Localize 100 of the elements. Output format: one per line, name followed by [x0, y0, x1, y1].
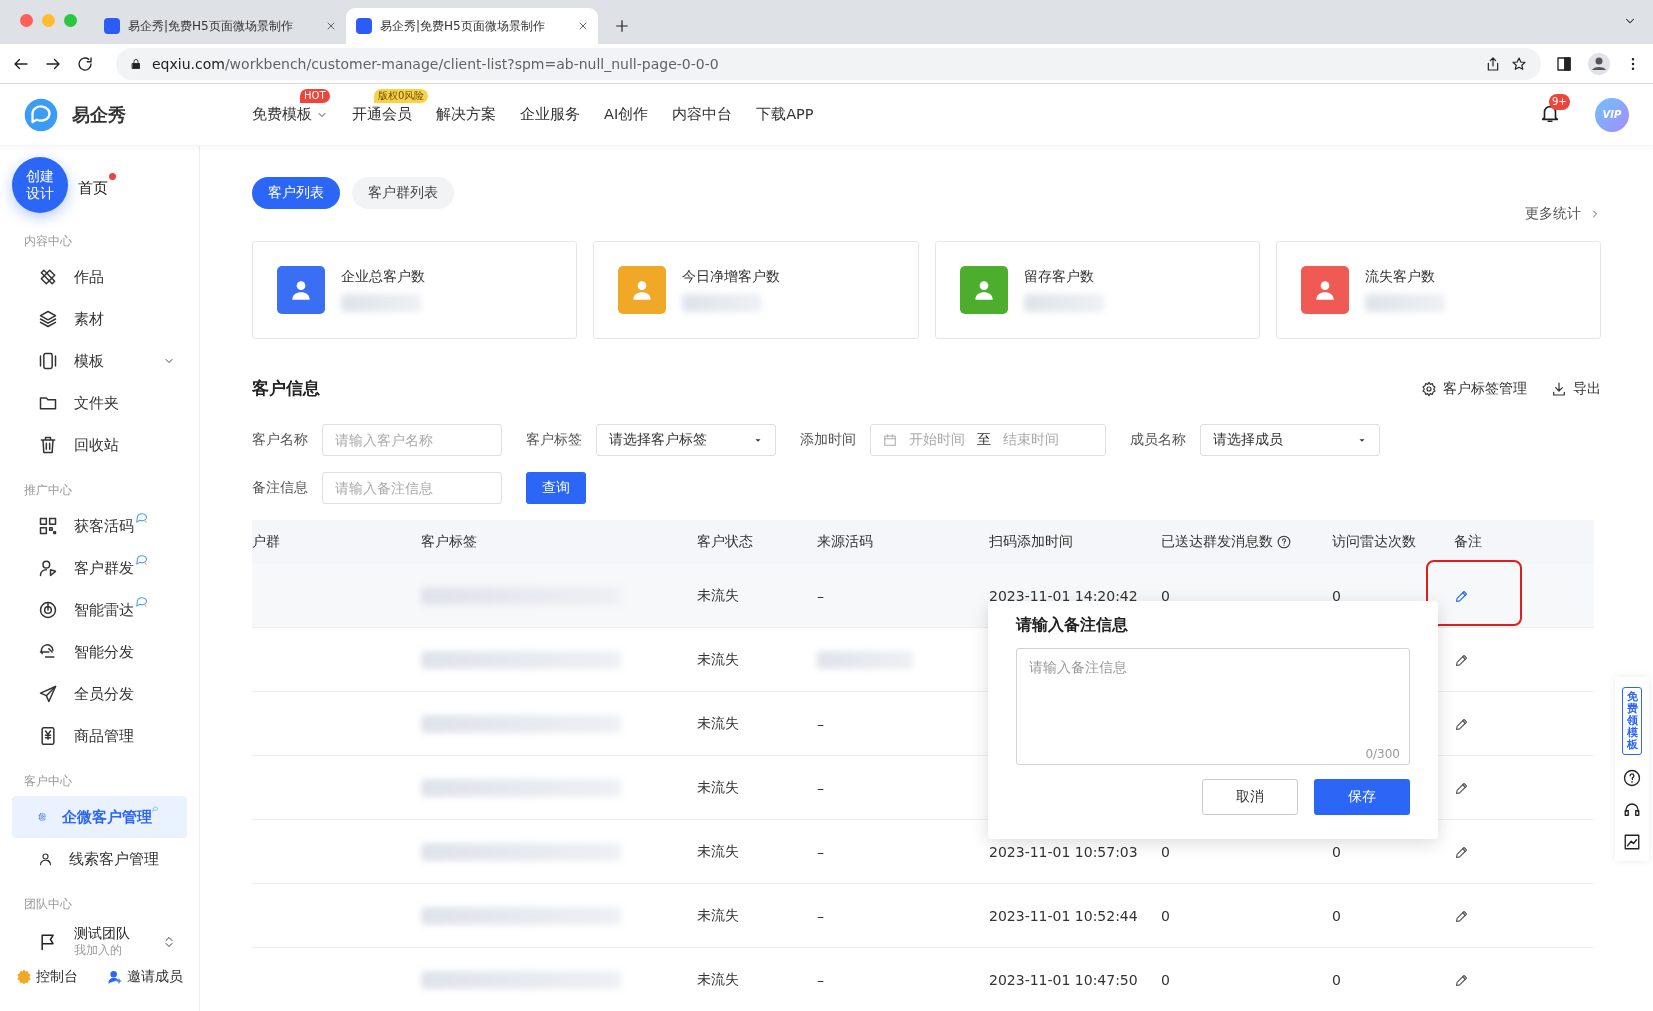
download-icon: [1551, 380, 1567, 397]
toolbar-button[interactable]: 导出: [1551, 379, 1601, 398]
free-template-button[interactable]: 免费领模板: [1622, 687, 1642, 756]
field-label: 备注信息: [252, 479, 308, 497]
column-header: 户群: [252, 533, 280, 551]
stat-label: 企业总客户数: [341, 268, 425, 286]
table-cell-text: 未流失: [697, 843, 740, 861]
close-icon[interactable]: [578, 21, 588, 31]
gear-icon: [16, 969, 32, 985]
team-name[interactable]: 测试团队: [74, 925, 147, 943]
close-icon[interactable]: [326, 21, 336, 31]
edit-icon[interactable]: [1454, 844, 1469, 860]
table-cell-text: 0: [1332, 908, 1342, 924]
footer-link[interactable]: 控制台: [16, 968, 78, 986]
switch-icon[interactable]: [163, 934, 175, 949]
edit-icon[interactable]: [1454, 780, 1469, 796]
sidebar-item[interactable]: 回收站: [12, 424, 187, 466]
team-subtitle: 我加入的: [74, 943, 123, 958]
nav-link[interactable]: 免费模板: [252, 105, 328, 124]
sidebar-item[interactable]: 首页: [78, 178, 108, 198]
sidebar-icon[interactable]: [1555, 54, 1573, 73]
sidebar-item[interactable]: 商品管理: [12, 715, 187, 757]
nav-link[interactable]: 下载APP: [756, 105, 814, 124]
layers-icon: [38, 309, 58, 329]
help-icon[interactable]: [1623, 769, 1641, 788]
column-header: 扫码添加时间: [989, 533, 1073, 551]
table-cell-text: 2023-11-01 14:20:42: [989, 588, 1139, 604]
table-cell-text: 0: [1161, 972, 1171, 988]
table-cell-text: –: [817, 844, 825, 860]
input-field[interactable]: 请输入备注信息: [322, 472, 502, 504]
sidebar-item[interactable]: 模板: [12, 340, 187, 382]
edit-icon[interactable]: [1454, 908, 1469, 924]
table-cell-text: 未流失: [697, 779, 740, 797]
nav-link[interactable]: 企业服务: [520, 105, 580, 124]
field-label: 成员名称: [1130, 431, 1186, 449]
browser-tab[interactable]: 易企秀|免费H5页面微场景制作: [346, 8, 598, 44]
chat-bubble-logo-icon[interactable]: [24, 97, 58, 132]
column-header: 来源活码: [817, 533, 873, 551]
edit-icon[interactable]: [1454, 972, 1469, 988]
phone-icon: [38, 351, 58, 371]
profile-icon[interactable]: [1587, 51, 1611, 76]
star-icon[interactable]: [1511, 55, 1527, 72]
sidebar-item[interactable]: 智能雷达: [12, 589, 187, 631]
tab[interactable]: 客户群列表: [352, 177, 454, 209]
table-cell-text: 0: [1332, 844, 1342, 860]
cancel-button[interactable]: 取消: [1202, 779, 1298, 815]
more-stats-link[interactable]: 更多统计: [1525, 205, 1601, 223]
nav-link[interactable]: 开通会员: [352, 105, 412, 124]
browser-tab[interactable]: 易企秀|免费H5页面微场景制作: [94, 8, 346, 44]
image-icon[interactable]: [1623, 833, 1641, 852]
sidebar-item[interactable]: 企微客户管理: [12, 796, 187, 838]
table-cell-text: 0: [1332, 588, 1342, 604]
favicon-icon: [104, 18, 120, 34]
reload-icon[interactable]: [76, 54, 94, 73]
table-cell-text: 未流失: [697, 907, 740, 925]
sidebar-item[interactable]: 线索客户管理: [12, 838, 187, 880]
input-field[interactable]: 请输入客户名称: [322, 424, 502, 456]
notification-count: 9+: [1549, 93, 1570, 110]
tab[interactable]: 客户列表: [252, 177, 340, 209]
sidebar-item[interactable]: 获客活码: [12, 505, 187, 547]
sidebar-item[interactable]: 文件夹: [12, 382, 187, 424]
toolbar-button[interactable]: 客户标签管理: [1421, 379, 1527, 398]
address-bar[interactable]: eqxiu.com/workbench/customer-manage/client-list?spm=ab-null_null-page-0-0-0: [116, 47, 1541, 80]
save-button[interactable]: 保存: [1314, 779, 1410, 815]
dropdown[interactable]: 请选择客户标签: [596, 424, 776, 456]
edit-icon[interactable]: [1454, 716, 1469, 732]
column-header: 访问雷达次数: [1332, 533, 1416, 551]
column-header: 客户状态: [697, 533, 753, 551]
sidebar-item[interactable]: 作品: [12, 256, 187, 298]
logo-text: 易企秀: [72, 102, 126, 127]
section-title: 推广中心: [24, 482, 73, 499]
edit-icon[interactable]: [1454, 652, 1469, 668]
calendar-icon: [883, 433, 897, 447]
nav-link[interactable]: 内容中台: [672, 105, 733, 124]
favicon-icon: [356, 18, 372, 34]
table-cell-text: –: [817, 972, 825, 988]
date-range-field[interactable]: 开始时间 至 结束时间: [870, 424, 1106, 456]
sidebar-item[interactable]: 智能分发: [12, 631, 187, 673]
help-icon[interactable]: [1277, 535, 1291, 549]
sidebar-item[interactable]: 客户群发: [12, 547, 187, 589]
sidebar-item[interactable]: 素材: [12, 298, 187, 340]
tools-icon: [38, 267, 58, 287]
create-button[interactable]: 创建 设计: [12, 157, 68, 213]
table-cell-text: 未流失: [697, 715, 740, 733]
query-button[interactable]: 查询: [526, 472, 586, 504]
popover-title: 请输入备注信息: [1016, 615, 1129, 636]
edit-icon[interactable]: [1454, 588, 1469, 604]
table-cell-text: –: [817, 780, 825, 796]
lock-icon: [130, 57, 142, 70]
nav-link[interactable]: 解决方案: [436, 105, 496, 124]
section-title: 内容中心: [24, 233, 73, 250]
nav-link[interactable]: AI创作: [604, 105, 649, 124]
sidebar-item[interactable]: 全员分发: [12, 673, 187, 715]
new-tab-icon[interactable]: [614, 18, 630, 34]
character-counter: 0/300: [1365, 747, 1400, 761]
footer-link[interactable]: 邀请成员: [107, 968, 183, 986]
dropdown[interactable]: 请选择成员: [1200, 424, 1380, 456]
table-cell-text: 未流失: [697, 971, 740, 989]
user-send-icon: [38, 558, 58, 578]
table-cell-text: 未流失: [697, 651, 740, 669]
